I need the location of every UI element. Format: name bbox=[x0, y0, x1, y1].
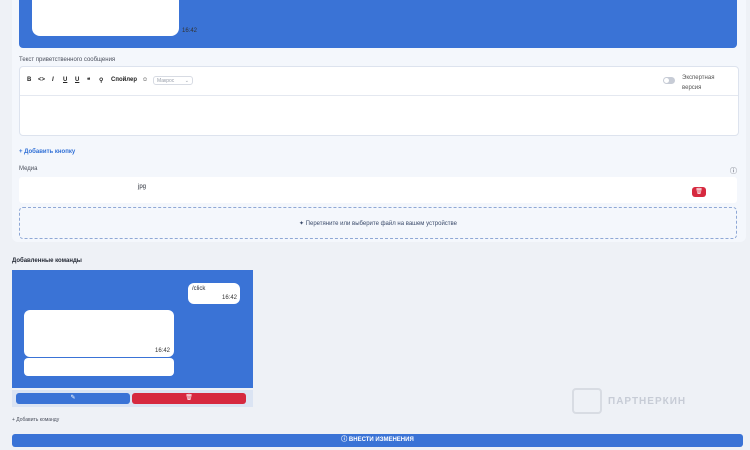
info-icon[interactable]: ⓘ bbox=[730, 166, 737, 176]
welcome-text-editor[interactable]: B <> I U U ❝ ⚲ Спойлер ☺ Макрос ⌄ Экспер… bbox=[19, 66, 739, 136]
expert-toggle[interactable] bbox=[663, 77, 675, 84]
delete-media-button[interactable]: 🗑 bbox=[692, 187, 706, 197]
user-message-time: 16:42 bbox=[222, 295, 238, 301]
quote-icon[interactable]: ❝ bbox=[87, 77, 90, 84]
message-time: 16:42 bbox=[182, 28, 198, 34]
dropzone-text: ✦ Перетяните или выберите файл на вашем … bbox=[20, 220, 736, 227]
bot-message-time: 16:42 bbox=[155, 348, 171, 354]
added-commands-title: Добавленные команды bbox=[12, 258, 82, 264]
welcome-preview: 16:42 bbox=[19, 0, 737, 48]
preview-message-bubble: 16:42 bbox=[32, 0, 197, 36]
delete-command-button[interactable]: 🗑 bbox=[132, 393, 246, 404]
upload-icon: ✦ bbox=[298, 221, 306, 227]
italic-button[interactable]: I bbox=[52, 77, 54, 83]
media-file-row: jpg 🗑 bbox=[19, 177, 737, 203]
dropzone-label: Перетяните или выберите файл на вашем ус… bbox=[305, 221, 458, 227]
watermark-text: ПАРТНЕРКИН bbox=[608, 396, 687, 407]
code-button[interactable]: <> bbox=[38, 77, 45, 83]
link-icon[interactable]: ⚲ bbox=[99, 77, 103, 84]
user-message-bubble: /click 16:42 bbox=[188, 283, 240, 304]
spoiler-button[interactable]: Спойлер bbox=[111, 77, 137, 83]
edit-command-button[interactable]: ✎ bbox=[16, 393, 130, 404]
watermark: ПАРТНЕРКИН bbox=[572, 388, 742, 418]
formatting-toolbar: B <> I U U ❝ ⚲ Спойлер ☺ Макрос ⌄ Экспер… bbox=[20, 67, 738, 96]
watermark-logo-icon bbox=[572, 388, 602, 414]
underline-button[interactable]: U bbox=[63, 77, 67, 83]
welcome-text-label: Текст приветственного сообщения bbox=[19, 57, 116, 63]
strike-button[interactable]: U bbox=[75, 77, 79, 83]
submit-changes-button[interactable]: ⓘ ВНЕСТИ ИЗМЕНЕНИЯ bbox=[12, 434, 743, 447]
expert-label: Экспертная версия bbox=[682, 75, 715, 91]
media-dropzone[interactable]: ✦ Перетяните или выберите файл на вашем … bbox=[19, 207, 737, 239]
command-preview: /click 16:42 16:42 bbox=[12, 270, 253, 388]
emoji-icon[interactable]: ☺ bbox=[142, 77, 148, 83]
command-actions: ✎ 🗑 bbox=[12, 390, 253, 407]
chevron-down-icon: ⌄ bbox=[184, 78, 189, 84]
bot-message-bubble: 16:42 bbox=[24, 310, 174, 357]
media-file-name: jpg bbox=[138, 184, 147, 190]
macros-placeholder: Макрос bbox=[157, 78, 175, 84]
macros-select[interactable]: Макрос ⌄ bbox=[153, 76, 193, 85]
bold-button[interactable]: B bbox=[27, 77, 31, 83]
media-label: Медиа bbox=[19, 166, 38, 172]
inline-button bbox=[24, 358, 174, 376]
add-button-link[interactable]: + Добавить кнопку bbox=[19, 149, 75, 155]
add-command-link[interactable]: + Добавить команду bbox=[12, 417, 59, 423]
user-message-text: /click bbox=[192, 286, 206, 292]
